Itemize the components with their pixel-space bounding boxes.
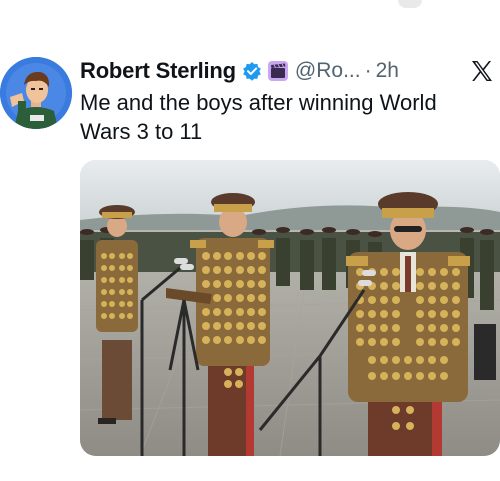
avatar[interactable] (0, 57, 72, 129)
previous-post-fade (0, 0, 500, 50)
tweet-text: Me and the boys after winning World Wars… (80, 90, 437, 144)
tweet-header: Robert Sterling @Ro... · 2h (80, 56, 500, 86)
separator-dot: · (364, 59, 372, 82)
photo-illustration (80, 160, 500, 456)
avatar-illustration (0, 57, 72, 129)
handle[interactable]: @Ro... (295, 59, 361, 83)
clapperboard-affiliate-icon[interactable] (267, 60, 289, 82)
verified-badge-icon (242, 61, 262, 81)
x-logo-icon[interactable] (470, 59, 494, 83)
tweet-photo[interactable] (80, 160, 500, 456)
timestamp[interactable]: 2h (376, 59, 399, 83)
display-name[interactable]: Robert Sterling (80, 58, 236, 84)
